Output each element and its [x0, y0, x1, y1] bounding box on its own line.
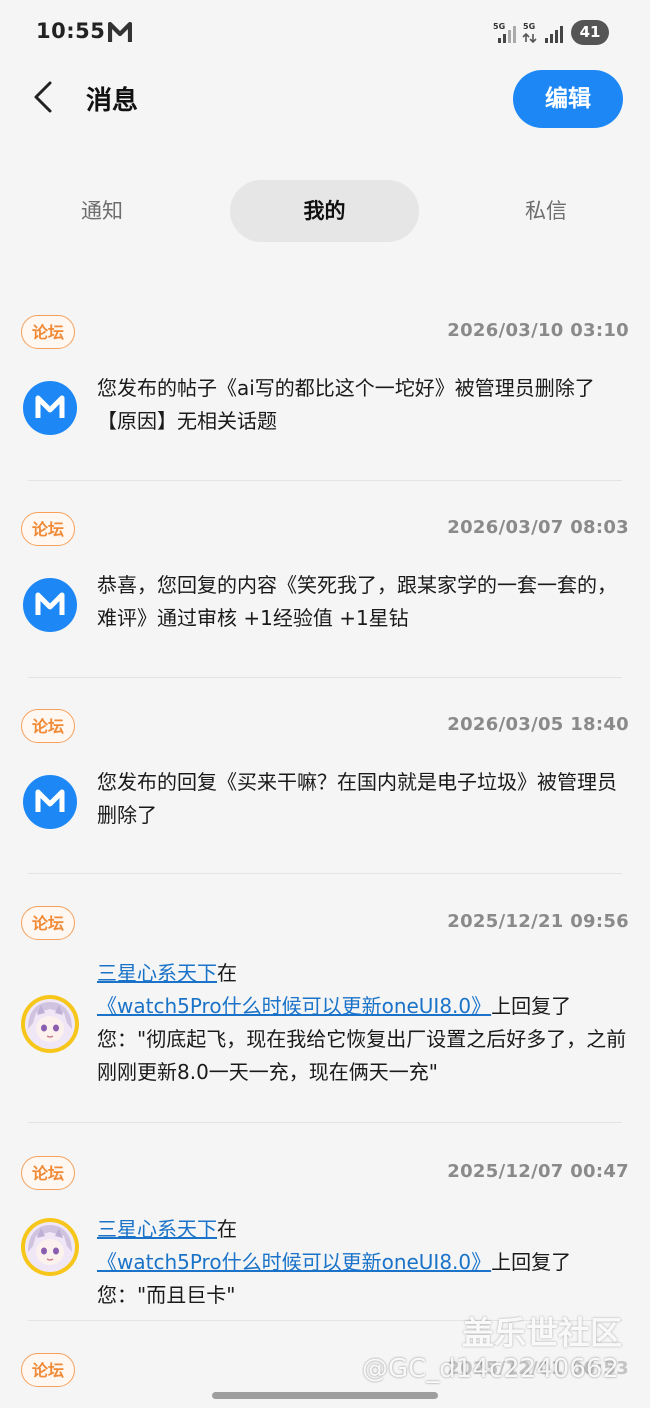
post-link[interactable]: 《watch5Pro什么时候可以更新oneUI8.0》 — [97, 994, 491, 1018]
app-notification-icon — [108, 22, 132, 42]
back-arrow-icon[interactable] — [26, 79, 62, 115]
anime-avatar[interactable] — [21, 995, 79, 1053]
user-link[interactable]: 三星心系天下 — [97, 1217, 217, 1241]
signal-icon — [498, 26, 516, 43]
tab-private-messages[interactable]: 私信 — [484, 180, 608, 242]
watermark-user: @GC_d14c2240662 — [362, 1354, 619, 1384]
post-link[interactable]: 《watch5Pro什么时候可以更新oneUI8.0》 — [97, 1250, 491, 1274]
connector-text: 在 — [217, 961, 237, 985]
forum-badge: 论坛 — [21, 315, 75, 349]
message-text: 您发布的帖子《ai写的都比这个一坨好》被管理员删除了【原因】无相关话题 — [97, 376, 595, 433]
data-arrows-icon — [522, 32, 537, 44]
forum-badge: 论坛 — [21, 906, 75, 940]
tab-mine[interactable]: 我的 — [230, 180, 419, 242]
message-text: 恭喜，您回复的内容《笑死我了，跟某家学的一套一套的，难评》通过审核 +1经验值 … — [97, 573, 617, 630]
message-date: 2026/03/05 18:40 — [447, 714, 629, 735]
page-title: 消息 — [86, 86, 139, 116]
signal-icon-2 — [545, 26, 563, 43]
header: 消息 编辑 — [0, 66, 650, 136]
message-text: 三星心系天下在 《watch5Pro什么时候可以更新oneUI8.0》上回复了您… — [97, 1213, 632, 1312]
connector-text: 在 — [217, 1217, 237, 1241]
status-bar: 10:55 5G 5G 41 — [0, 0, 650, 66]
message-text: 三星心系天下在 《watch5Pro什么时候可以更新oneUI8.0》上回复了您… — [97, 957, 632, 1089]
m-logo-icon — [23, 381, 77, 435]
status-time: 10:55 — [36, 19, 106, 43]
divider — [28, 1122, 622, 1123]
anime-avatar[interactable] — [21, 1218, 79, 1276]
battery-indicator: 41 — [571, 20, 609, 45]
home-indicator[interactable] — [212, 1392, 438, 1399]
message-date: 2025/12/21 09:56 — [447, 911, 629, 932]
divider — [28, 873, 622, 874]
m-logo-icon — [23, 775, 77, 829]
message-date: 2026/03/07 08:03 — [447, 517, 629, 538]
message-text: 您发布的回复《买来干嘛？在国内就是电子垃圾》被管理员删除了 — [97, 770, 617, 827]
message-date: 2025/12/07 00:47 — [447, 1161, 629, 1182]
message-date: 2026/03/10 03:10 — [447, 320, 629, 341]
divider — [28, 677, 622, 678]
tab-notifications[interactable]: 通知 — [40, 180, 164, 242]
watermark-logo: 盖乐世社区 — [462, 1314, 623, 1352]
user-link[interactable]: 三星心系天下 — [97, 961, 217, 985]
tab-bar: 通知 我的 私信 — [0, 180, 650, 242]
forum-badge: 论坛 — [21, 512, 75, 546]
forum-badge: 论坛 — [21, 709, 75, 743]
m-logo-icon — [23, 578, 77, 632]
forum-badge: 论坛 — [21, 1156, 75, 1190]
forum-badge: 论坛 — [21, 1353, 75, 1387]
divider — [28, 480, 622, 481]
edit-button[interactable]: 编辑 — [513, 70, 623, 128]
